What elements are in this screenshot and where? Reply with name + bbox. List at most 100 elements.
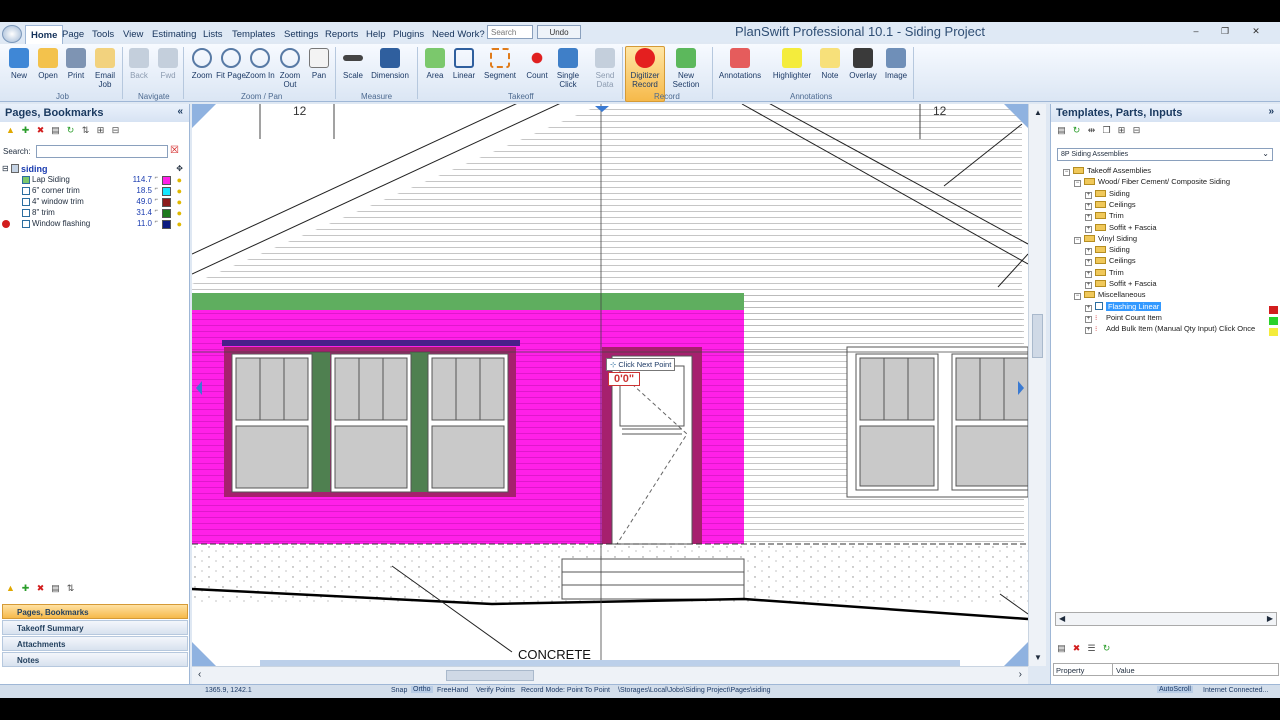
scroll-up-icon[interactable]: ▲ <box>1034 108 1042 117</box>
collapse-panel-icon[interactable]: « <box>177 106 183 117</box>
refresh-icon[interactable]: ↻ <box>66 125 75 135</box>
vertical-scroll-thumb[interactable] <box>1032 314 1043 358</box>
tab-lists[interactable]: Lists <box>203 29 223 40</box>
color-swatch[interactable] <box>162 187 171 196</box>
scroll-left-icon[interactable]: ◀ <box>1059 614 1065 623</box>
tab-templates[interactable]: Templates <box>232 29 275 40</box>
linear-button[interactable]: Linear <box>449 48 479 80</box>
new-button[interactable]: New <box>4 48 34 80</box>
takeoff-item-row[interactable]: 6" corner trim 18.5 ⌐ ● <box>0 186 188 197</box>
list-icon[interactable]: ☰ <box>1087 643 1096 653</box>
expand-node-icon[interactable]: + <box>1085 202 1092 210</box>
scale-button[interactable]: Scale <box>338 48 368 80</box>
snap-toggle[interactable]: Snap <box>391 687 407 694</box>
template-color-swatch[interactable] <box>1269 317 1278 325</box>
tab-need-work[interactable]: Need Work? <box>432 29 485 40</box>
scroll-right-icon[interactable]: ▶ <box>1267 614 1273 623</box>
accordion-pages-bookmarks[interactable]: Pages, Bookmarks <box>2 604 188 619</box>
template-tree-item[interactable]: + Flashing Linear <box>1085 301 1162 312</box>
vertical-scrollbar[interactable]: ▲ ▼ <box>1028 104 1046 666</box>
template-tree-item[interactable]: + Ceilings <box>1085 256 1136 267</box>
horizontal-scrollbar[interactable]: ‹ › <box>192 666 1028 684</box>
template-tree-item[interactable]: − Takeoff Assemblies <box>1063 166 1151 176</box>
email-job-button[interactable]: Email Job <box>90 48 120 89</box>
tab-page[interactable]: Page <box>62 29 84 40</box>
expand-all-icon[interactable]: ⊞ <box>96 125 105 135</box>
tree-horizontal-scrollbar[interactable]: ◀ ▶ <box>1055 612 1277 626</box>
verify-points-toggle[interactable]: Verify Points <box>476 687 515 694</box>
scroll-down-icon[interactable]: ▼ <box>1034 653 1042 662</box>
accordion-notes[interactable]: Notes <box>2 652 188 667</box>
minimize-icon[interactable]: – <box>1186 26 1206 38</box>
refresh-icon[interactable]: ↻ <box>1072 125 1081 135</box>
copy-icon[interactable]: ❐ <box>1102 125 1111 135</box>
expand-node-icon[interactable]: + <box>1085 315 1092 323</box>
expand-node-icon[interactable]: + <box>1085 327 1092 335</box>
expand-node-icon[interactable]: + <box>1085 259 1092 267</box>
send-data-button[interactable]: Send Data <box>590 48 620 89</box>
tab-tools[interactable]: Tools <box>92 29 114 40</box>
digitizer-record-button[interactable]: Digitizer Record <box>628 48 662 89</box>
template-dropdown[interactable]: 8P Siding Assemblies ⌄ <box>1057 148 1273 161</box>
count-button[interactable]: Count <box>522 48 552 80</box>
tab-estimating[interactable]: Estimating <box>152 29 196 40</box>
horizontal-scroll-thumb[interactable] <box>446 670 534 681</box>
search-input[interactable] <box>36 145 168 158</box>
add-icon[interactable]: ✚ <box>21 125 30 135</box>
properties-icon[interactable]: ▤ <box>51 583 60 593</box>
page-row-siding[interactable]: ⊟ siding ✥ <box>0 164 188 175</box>
back-button[interactable]: Back <box>124 48 154 80</box>
restore-icon[interactable]: ❐ <box>1215 26 1235 38</box>
expand-node-icon[interactable]: + <box>1085 214 1092 222</box>
note-button[interactable]: Note <box>815 48 845 80</box>
zoom-button[interactable]: Zoom <box>187 48 217 80</box>
template-tree-item[interactable]: + ⁝ Add Bulk Item (Manual Qty Input) Click… <box>1085 324 1255 335</box>
delete-icon[interactable]: ✖ <box>1072 643 1081 653</box>
expand-node-icon[interactable]: + <box>1085 270 1092 278</box>
properties-icon[interactable]: ▤ <box>51 125 60 135</box>
template-color-swatch[interactable] <box>1269 306 1278 314</box>
template-tree-item[interactable]: − Wood/ Fiber Cement/ Composite Siding <box>1074 177 1230 188</box>
application-menu-button[interactable] <box>2 25 22 43</box>
visibility-bulb-icon[interactable]: ● <box>177 197 182 207</box>
tab-view[interactable]: View <box>123 29 143 40</box>
collapse-all-icon[interactable]: ⊟ <box>111 125 120 135</box>
collapse-node-icon[interactable]: − <box>1074 236 1081 244</box>
page-settings-icon[interactable]: ✥ <box>176 164 183 173</box>
collapse-node-icon[interactable]: − <box>1074 293 1081 301</box>
record-mode[interactable]: Record Mode: Point To Point <box>521 687 610 694</box>
color-swatch[interactable] <box>162 209 171 218</box>
quick-search-input[interactable]: Search <box>487 25 533 39</box>
expand-node-icon[interactable]: + <box>1085 248 1092 256</box>
accordion-attachments[interactable]: Attachments <box>2 636 188 651</box>
add-folder-icon[interactable]: ▲ <box>6 125 15 135</box>
tab-help[interactable]: Help <box>366 29 386 40</box>
open-button[interactable]: Open <box>33 48 63 80</box>
color-swatch[interactable] <box>162 220 171 229</box>
collapse-node-icon[interactable]: − <box>1074 180 1081 188</box>
pan-button[interactable]: Pan <box>304 48 334 80</box>
collapse-node-icon[interactable]: − <box>1063 169 1070 176</box>
add-icon[interactable]: ✚ <box>21 583 30 593</box>
template-tree-item[interactable]: + Trim <box>1085 268 1124 278</box>
template-tree-item[interactable]: − Miscellaneous <box>1074 290 1146 301</box>
open-template-icon[interactable]: ▤ <box>1057 125 1066 135</box>
zoom-out-button[interactable]: Zoom Out <box>275 48 305 89</box>
template-tree-item[interactable]: + Ceilings <box>1085 200 1136 210</box>
segment-button[interactable]: Segment <box>482 48 518 80</box>
template-tree-item[interactable]: + Siding <box>1085 189 1130 199</box>
expand-node-icon[interactable]: + <box>1085 191 1092 199</box>
delete-icon[interactable]: ✖ <box>36 125 45 135</box>
visibility-bulb-icon[interactable]: ● <box>177 208 182 218</box>
delete-icon[interactable]: ✖ <box>36 583 45 593</box>
template-tree-item[interactable]: + Soffit + Fascia <box>1085 279 1157 289</box>
zoom-in-button[interactable]: Zoom In <box>245 48 275 80</box>
takeoff-item-row[interactable]: Window flashing 11.0 ⌐ ● <box>0 219 188 230</box>
tab-settings[interactable]: Settings <box>284 29 318 40</box>
scroll-left-icon[interactable]: ‹ <box>198 669 201 680</box>
new-section-button[interactable]: New Section <box>670 48 702 89</box>
undo-button[interactable]: Undo <box>537 25 581 39</box>
takeoff-item-row[interactable]: 4" window trim 49.0 ⌐ ● <box>0 197 188 208</box>
template-tree-item[interactable]: − Vinyl Siding <box>1074 234 1137 244</box>
color-swatch[interactable] <box>162 176 171 185</box>
